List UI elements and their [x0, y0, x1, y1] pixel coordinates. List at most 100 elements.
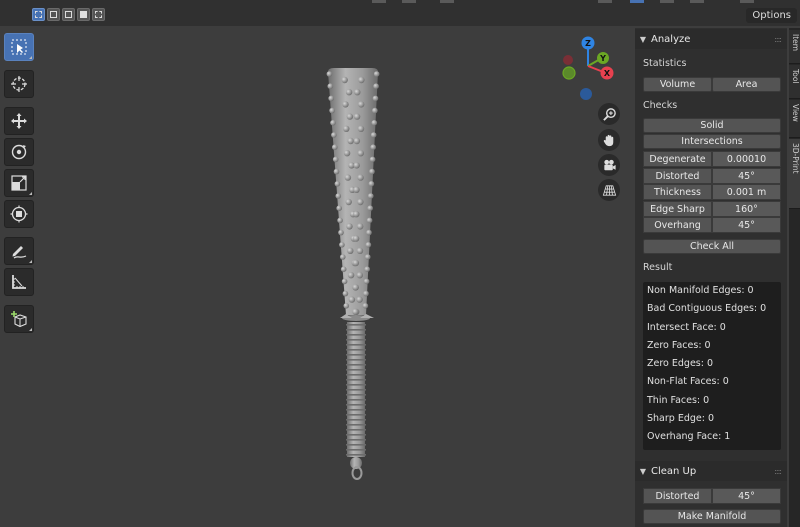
distorted-field[interactable]: 45°	[712, 168, 781, 184]
tab-item[interactable]: Item	[789, 30, 800, 64]
overhang-button[interactable]: Overhang	[643, 217, 712, 233]
cursor-icon[interactable]	[4, 70, 34, 98]
bat-stud	[353, 113, 361, 120]
options-button[interactable]: Options	[746, 8, 797, 23]
grip-ring	[346, 349, 366, 351]
bat-stud	[372, 95, 379, 102]
bat-stud	[343, 303, 350, 309]
distorted-button[interactable]: Distorted	[643, 168, 712, 184]
analyze-panel-header[interactable]: ▼ Analyze ::::	[635, 29, 787, 49]
grip-ring	[346, 394, 366, 396]
annotate-icon[interactable]	[4, 237, 34, 265]
bat-stud	[356, 272, 363, 279]
overhang-field[interactable]: 45°	[712, 217, 781, 233]
drag-handle-icon[interactable]: ::::	[774, 467, 782, 476]
grip-ring	[346, 379, 366, 381]
scale-icon[interactable]	[4, 169, 34, 197]
bat-stud	[334, 181, 341, 187]
result-item[interactable]: Zero Edges: 0	[643, 355, 781, 373]
hand-pan-icon[interactable]	[598, 129, 620, 151]
result-item[interactable]: Overhang Face: 1	[643, 428, 781, 446]
drag-handle-icon[interactable]: ::::	[774, 35, 782, 44]
degenerate-button[interactable]: Degenerate	[643, 151, 712, 167]
edge-sharp-field[interactable]: 160°	[712, 201, 781, 217]
neg-z-axis-icon[interactable]	[580, 88, 592, 100]
select-box-icon[interactable]	[4, 33, 34, 61]
bat-stud	[366, 229, 372, 236]
tab-view[interactable]: View	[789, 100, 800, 138]
add-cube-icon[interactable]	[4, 305, 34, 333]
perspective-grid-icon[interactable]	[598, 179, 620, 201]
bat-stud	[343, 150, 351, 157]
camera-icon[interactable]	[598, 154, 620, 176]
select-subtract-icon[interactable]	[62, 8, 75, 21]
header-button[interactable]	[740, 0, 754, 3]
grip-ring	[346, 429, 366, 431]
result-item[interactable]: Sharp Edge: 0	[643, 410, 781, 428]
bat-stud	[338, 229, 344, 236]
header-button[interactable]	[660, 0, 674, 3]
result-item[interactable]: Thin Faces: 0	[643, 392, 781, 410]
bat-stud	[345, 198, 352, 206]
tab-3d-print[interactable]: 3D-Print	[789, 139, 800, 209]
grip-ring	[346, 354, 366, 356]
intersections-button[interactable]: Intersections	[643, 134, 781, 149]
cleanup-distorted-button[interactable]: Distorted	[643, 488, 712, 504]
header-button-active[interactable]	[630, 0, 644, 3]
header-button[interactable]	[372, 0, 386, 3]
bat-stud	[371, 120, 378, 126]
grip-ring	[346, 439, 366, 441]
check-all-button[interactable]: Check All	[643, 239, 781, 254]
neg-x-axis-icon[interactable]	[563, 55, 573, 65]
thickness-button[interactable]: Thickness	[643, 184, 712, 200]
transform-icon[interactable]	[4, 200, 34, 228]
area-button[interactable]: Area	[712, 77, 781, 92]
bat-stud	[368, 181, 375, 187]
edge-sharp-button[interactable]: Edge Sharp	[643, 201, 712, 217]
bat-stud	[368, 193, 374, 199]
select-new-icon[interactable]	[32, 8, 45, 21]
header-button[interactable]	[598, 0, 612, 3]
result-item[interactable]: Zero Faces: 0	[643, 337, 781, 355]
degenerate-field[interactable]: 0.00010	[712, 151, 781, 167]
select-invert-icon[interactable]	[77, 8, 90, 21]
result-item[interactable]: Bad Contiguous Edges: 0	[643, 300, 781, 318]
checks-label: Checks	[643, 100, 678, 111]
grip-ring	[346, 369, 366, 371]
move-icon[interactable]	[4, 107, 34, 135]
bat-stud	[329, 107, 335, 114]
measure-icon[interactable]	[4, 268, 34, 296]
grip-ring	[346, 434, 366, 436]
volume-button[interactable]: Volume	[643, 77, 712, 92]
result-item[interactable]: Non Manifold Edges: 0	[643, 282, 781, 300]
result-item[interactable]: Non-Flat Faces: 0	[643, 373, 781, 391]
bat-stud	[347, 247, 354, 254]
grip-ring	[346, 374, 366, 376]
thickness-field[interactable]: 0.001 m	[712, 184, 781, 200]
spiked-bat-model[interactable]	[300, 60, 420, 500]
select-intersect-icon[interactable]	[92, 8, 105, 21]
result-item[interactable]: Intersect Face: 0	[643, 319, 781, 337]
cleanup-distorted-field[interactable]: 45°	[712, 488, 781, 504]
navigation-gizmo[interactable]: Z Y X	[556, 34, 618, 102]
bat-stud	[341, 278, 348, 285]
make-manifold-button[interactable]: Make Manifold	[643, 509, 781, 524]
zoom-icon[interactable]	[598, 103, 620, 125]
header-button[interactable]	[690, 0, 704, 3]
header-button[interactable]	[402, 0, 416, 3]
solid-button[interactable]: Solid	[643, 118, 781, 133]
bat-stud	[363, 278, 370, 285]
grip-ring	[346, 334, 366, 336]
neg-y-axis-icon[interactable]	[562, 66, 576, 80]
thickness-row: Thickness 0.001 m	[643, 184, 781, 200]
bat-stud	[353, 162, 360, 169]
bat-stud	[331, 132, 337, 138]
cleanup-panel-header[interactable]: ▼ Clean Up ::::	[635, 461, 787, 481]
select-extend-icon[interactable]	[47, 8, 60, 21]
tab-tool[interactable]: Tool	[789, 65, 800, 99]
header-button[interactable]	[440, 0, 454, 3]
bat-stud	[342, 101, 349, 108]
bat-stud	[372, 107, 378, 114]
rotate-icon[interactable]	[4, 138, 34, 166]
bat-stud	[347, 272, 355, 279]
